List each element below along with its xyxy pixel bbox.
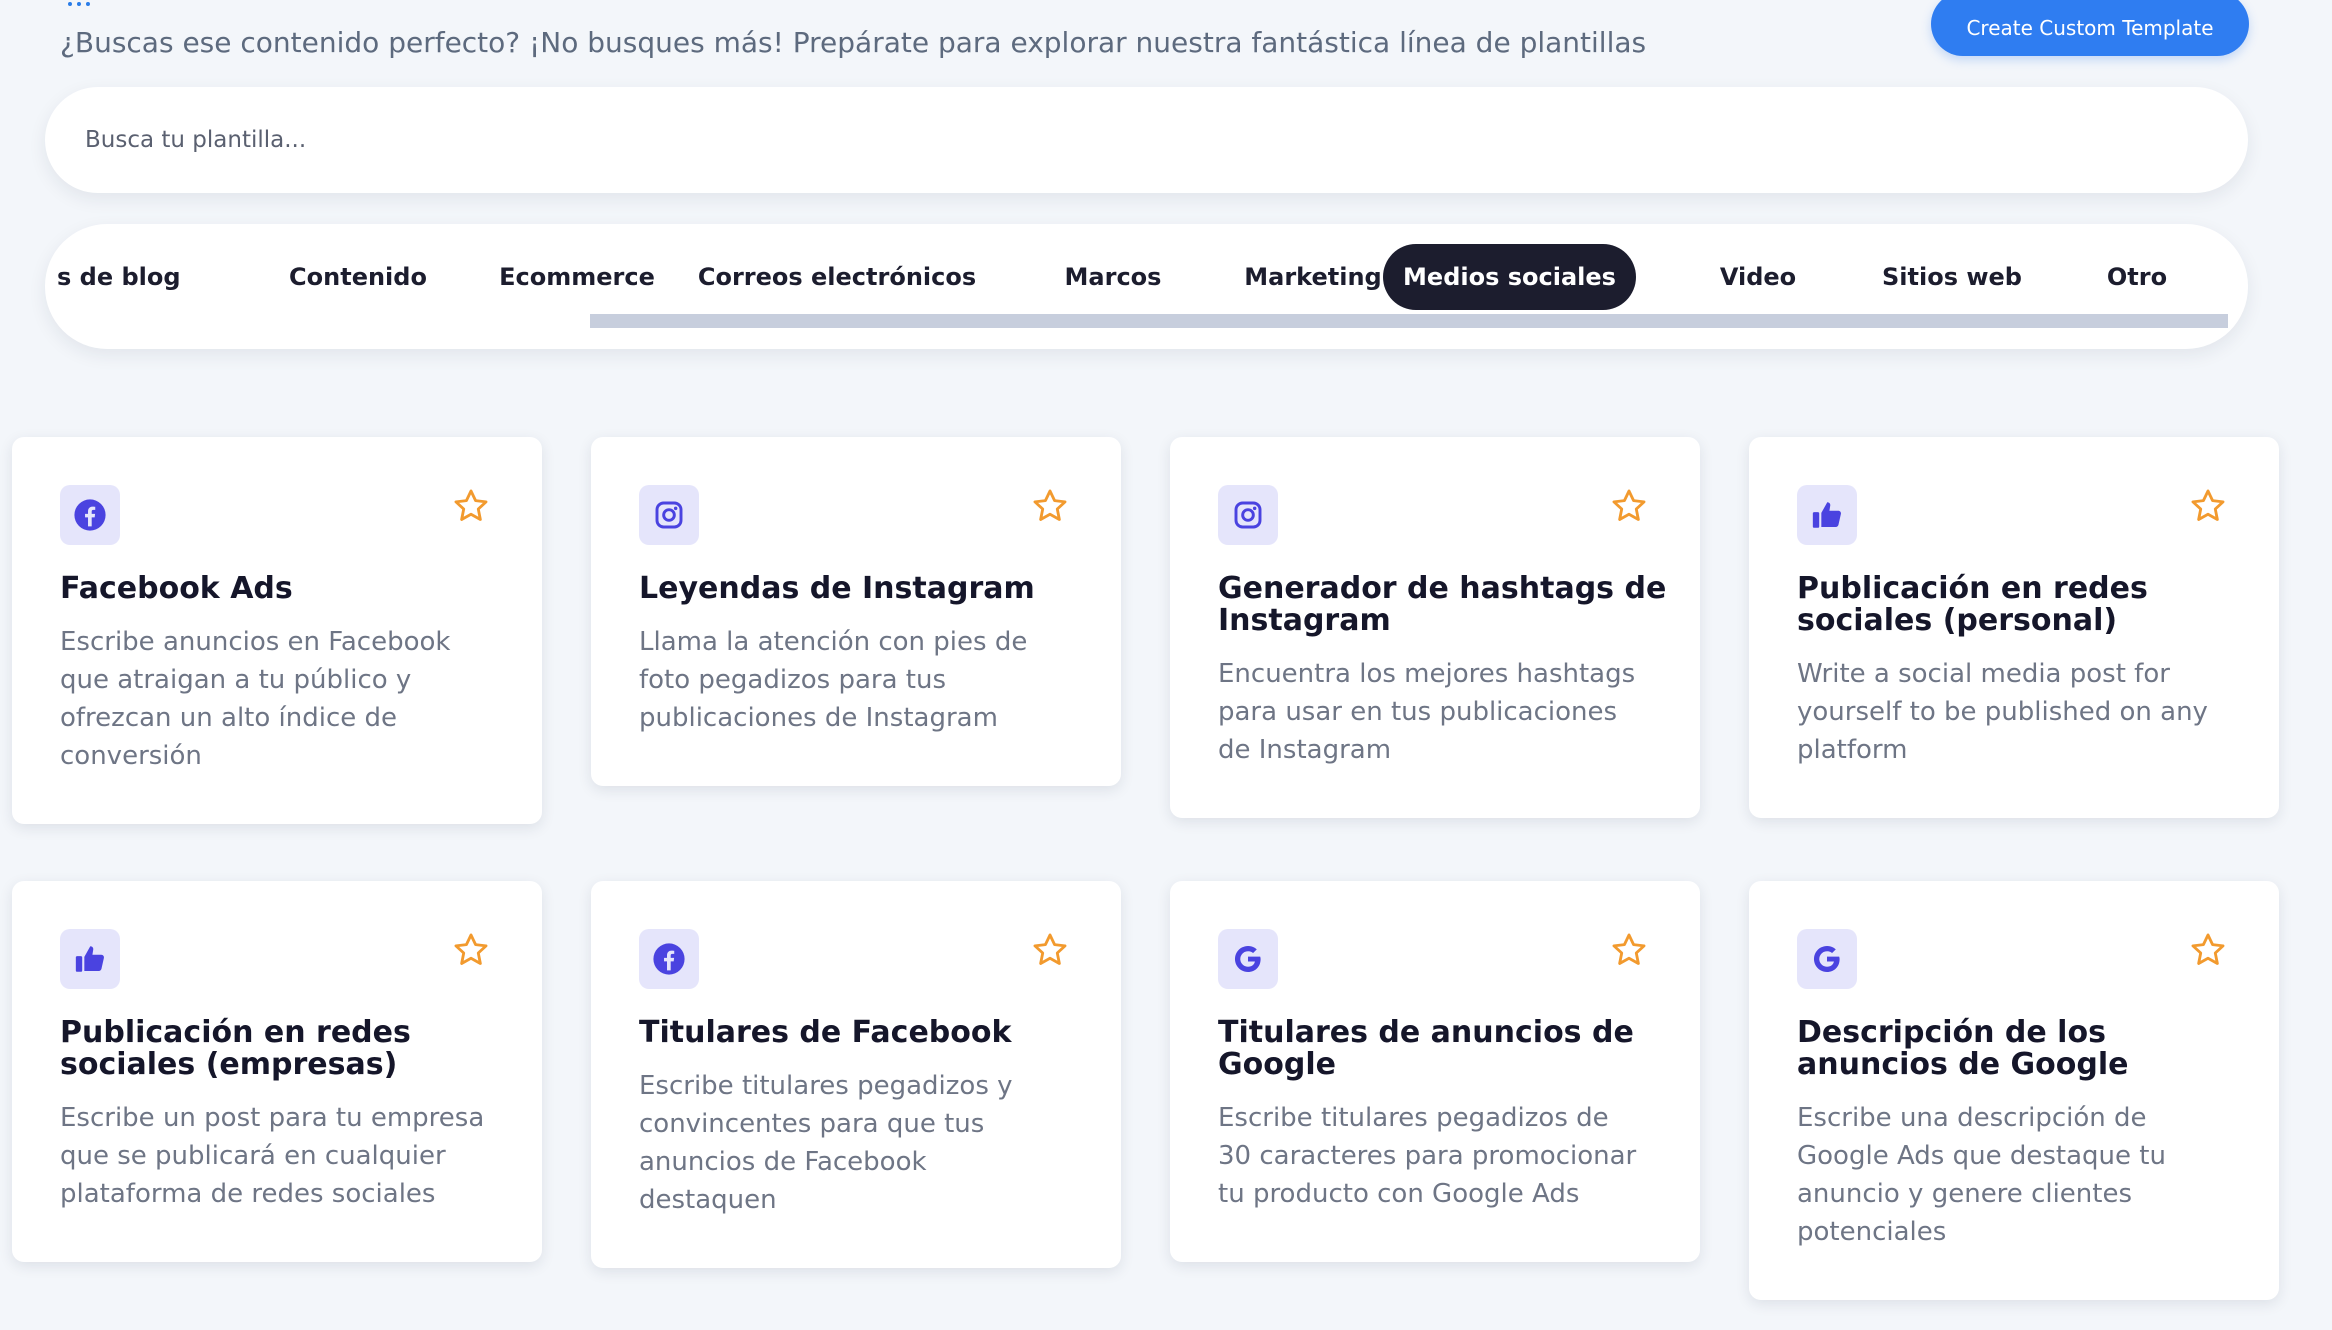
template-card[interactable]: Titulares de anuncios de Google Escribe … xyxy=(1170,881,1700,1262)
tab-correos-electronicos[interactable]: Correos electrónicos xyxy=(677,244,997,310)
star-icon[interactable] xyxy=(452,487,490,525)
card-description: Llama la atención con pies de foto pegad… xyxy=(639,627,1028,733)
search-input[interactable] xyxy=(85,127,2248,153)
template-card[interactable]: Titulares de Facebook Escribe titulares … xyxy=(591,881,1121,1268)
card-description: Escribe anuncios en Facebook que atraiga… xyxy=(60,627,451,771)
card-title: Publicación en redes sociales (personal) xyxy=(1797,571,2148,638)
card-title: Descripción de los anuncios de Google xyxy=(1797,1015,2129,1082)
card-title: Generador de hashtags de Instagram xyxy=(1218,571,1667,638)
facebook-icon xyxy=(639,929,699,989)
star-icon[interactable] xyxy=(1031,487,1069,525)
template-card[interactable]: Descripción de los anuncios de Google Es… xyxy=(1749,881,2279,1300)
tab-medios-sociales[interactable]: Medios sociales xyxy=(1383,244,1636,310)
facebook-icon xyxy=(60,485,120,545)
star-icon[interactable] xyxy=(1610,931,1648,969)
templates-page: ¿Buscas ese contenido perfecto? ¡No busq… xyxy=(0,0,2332,1330)
card-description: Encuentra los mejores hashtags para usar… xyxy=(1218,659,1636,765)
instagram-icon xyxy=(639,485,699,545)
page-subtitle: ¿Buscas ese contenido perfecto? ¡No busq… xyxy=(60,26,1647,59)
tab-ecommerce[interactable]: Ecommerce xyxy=(447,244,707,310)
template-card[interactable]: Leyendas de Instagram Llama la atención … xyxy=(591,437,1121,786)
tab-sitios-web[interactable]: Sitios web xyxy=(1842,244,2062,310)
menu-dots-icon xyxy=(68,0,90,6)
tab-contenido[interactable]: Contenido xyxy=(238,244,478,310)
card-description: Escribe un post para tu empresa que se p… xyxy=(60,1103,485,1209)
card-description: Escribe titulares pegadizos de 30 caract… xyxy=(1218,1103,1637,1209)
card-title: Titulares de anuncios de Google xyxy=(1218,1015,1634,1082)
card-title: Publicación en redes sociales (empresas) xyxy=(60,1015,411,1082)
star-icon[interactable] xyxy=(1031,931,1069,969)
card-title: Titulares de Facebook xyxy=(639,1015,1012,1050)
tab-video[interactable]: Video xyxy=(1653,244,1863,310)
star-icon[interactable] xyxy=(2189,931,2227,969)
template-card[interactable]: Facebook Ads Escribe anuncios en Faceboo… xyxy=(12,437,542,824)
template-card[interactable]: Publicación en redes sociales (empresas)… xyxy=(12,881,542,1262)
thumbs-up-icon xyxy=(1797,485,1857,545)
template-card[interactable]: Generador de hashtags de Instagram Encue… xyxy=(1170,437,1700,818)
card-title: Facebook Ads xyxy=(60,571,293,606)
thumbs-up-icon xyxy=(60,929,120,989)
search-bar xyxy=(45,87,2248,193)
star-icon[interactable] xyxy=(1610,487,1648,525)
instagram-icon xyxy=(1218,485,1278,545)
google-icon xyxy=(1797,929,1857,989)
create-custom-template-button[interactable]: Create Custom Template xyxy=(1931,0,2249,56)
template-card[interactable]: Publicación en redes sociales (personal)… xyxy=(1749,437,2279,818)
tabs-scrollbar[interactable] xyxy=(590,314,2228,328)
card-description: Write a social media post for yourself t… xyxy=(1797,659,2208,765)
card-title: Leyendas de Instagram xyxy=(639,571,1035,606)
star-icon[interactable] xyxy=(2189,487,2227,525)
card-description: Escribe una descripción de Google Ads qu… xyxy=(1797,1103,2166,1247)
tab-marcos[interactable]: Marcos xyxy=(1003,244,1223,310)
star-icon[interactable] xyxy=(452,931,490,969)
tab-otro[interactable]: Otro xyxy=(2037,244,2237,310)
category-tabs: s de blog Contenido Ecommerce Correos el… xyxy=(45,224,2248,349)
card-description: Escribe titulares pegadizos y convincent… xyxy=(639,1071,1013,1215)
tab-blog[interactable]: s de blog xyxy=(57,244,187,310)
google-icon xyxy=(1218,929,1278,989)
